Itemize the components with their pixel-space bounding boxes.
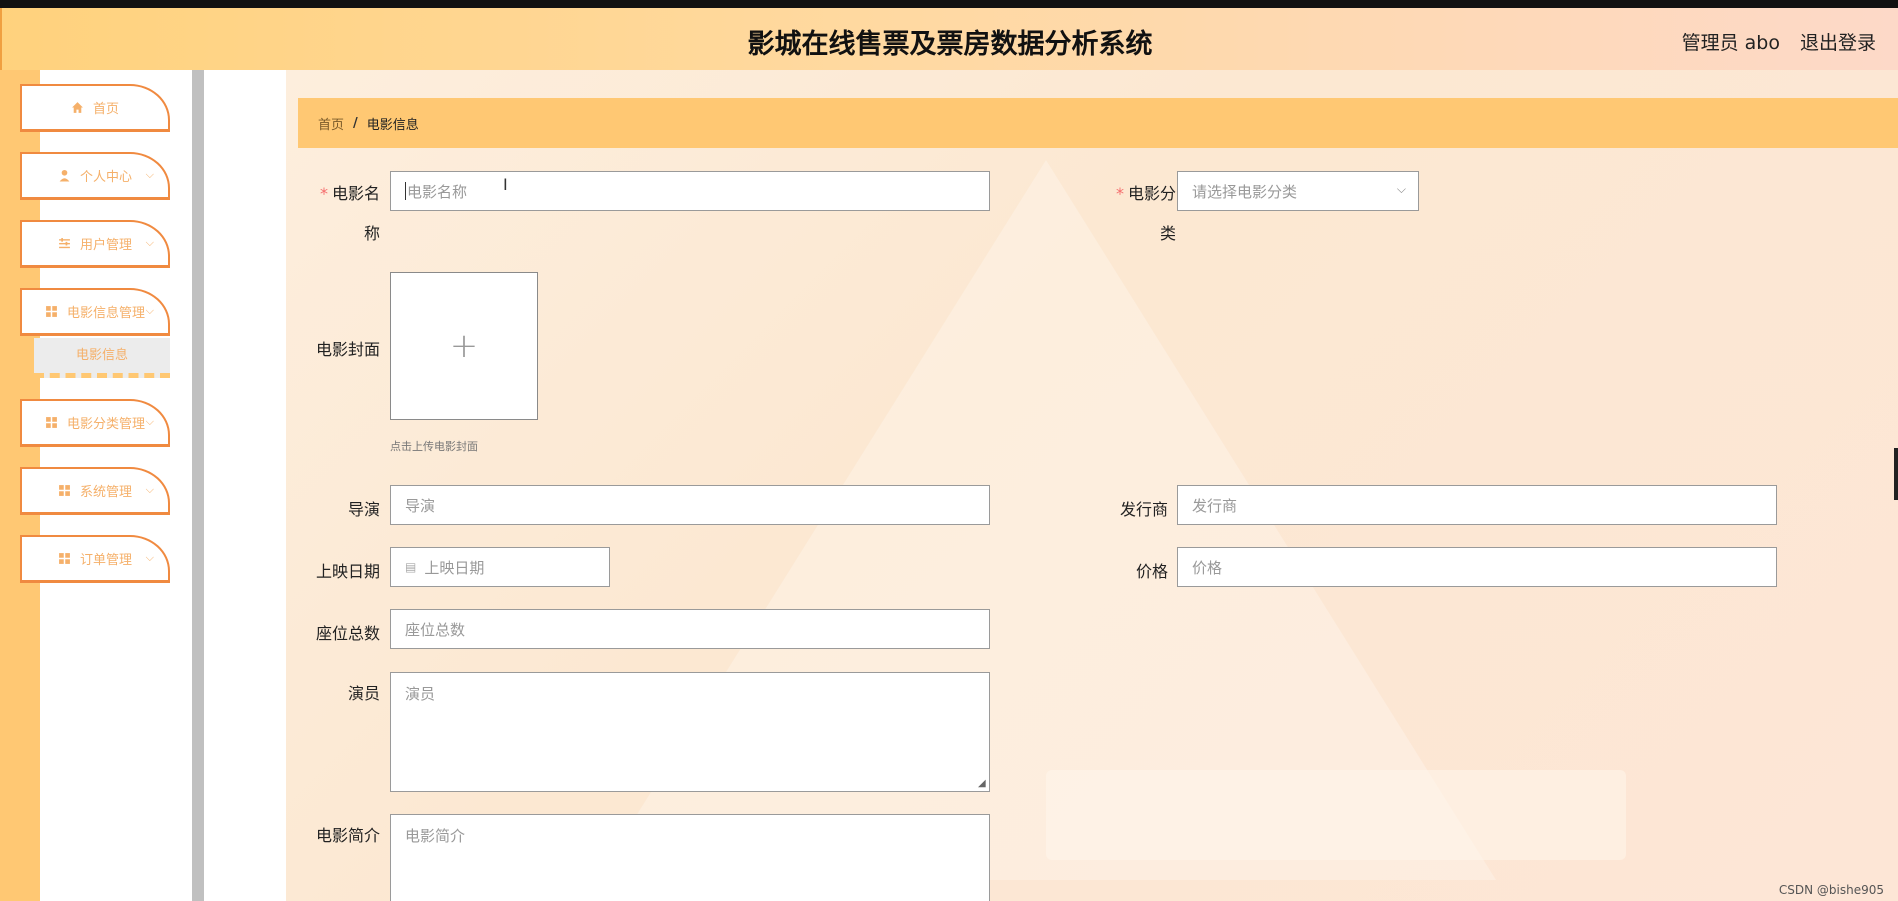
director-input[interactable]: 导演 bbox=[390, 485, 990, 525]
release-date-picker[interactable]: ▤ 上映日期 bbox=[390, 547, 610, 587]
sidebar-item-system[interactable]: 系统管理 ⌵ bbox=[20, 467, 170, 515]
sidebar-item-home[interactable]: 首页 bbox=[20, 84, 170, 132]
sidebar-item-personal[interactable]: 个人中心 ⌵ bbox=[20, 152, 170, 200]
chevron-down-icon: ⌵ bbox=[145, 551, 154, 564]
sidebar-item-label: 电影信息管理 bbox=[66, 306, 145, 321]
chevron-down-icon: ⌵ bbox=[1396, 182, 1406, 196]
director-label: 导演 bbox=[347, 500, 380, 519]
breadcrumb-home[interactable]: 首页 bbox=[318, 114, 344, 133]
sidebar-item-label: 系统管理 bbox=[79, 485, 132, 500]
chevron-down-icon: ⌵ bbox=[145, 483, 154, 496]
breadcrumb-separator: / bbox=[353, 115, 358, 131]
actors-label: 演员 bbox=[347, 684, 380, 703]
required-mark: * bbox=[319, 184, 328, 203]
current-user: 管理员 abo bbox=[1681, 32, 1780, 54]
sidebar-item-label: 首页 bbox=[92, 102, 119, 117]
breadcrumb: 首页 / 电影信息 bbox=[298, 98, 1898, 148]
movie-category-label: * 电影分 bbox=[1115, 184, 1176, 203]
submenu-movie-info[interactable]: 电影信息 bbox=[34, 338, 170, 378]
grid-icon bbox=[58, 484, 72, 498]
seats-label: 座位总数 bbox=[315, 624, 380, 643]
release-date-label: 上映日期 bbox=[315, 562, 380, 581]
sidebar-item-movie-category[interactable]: 电影分类管理 ⌵ bbox=[20, 399, 170, 447]
header: 影城在线售票及票房数据分析系统 管理员 abo 退出登录 bbox=[0, 8, 1898, 70]
movie-category-label-wrap: 类 bbox=[1159, 224, 1176, 243]
required-mark: * bbox=[1115, 184, 1124, 203]
content-pad bbox=[204, 70, 286, 901]
publisher-label: 发行商 bbox=[1119, 500, 1168, 519]
page-scroll-thumb[interactable] bbox=[1894, 448, 1898, 500]
sidebar-item-orders[interactable]: 订单管理 ⌵ bbox=[20, 535, 170, 583]
calendar-icon: ▤ bbox=[405, 560, 417, 574]
home-icon bbox=[71, 101, 85, 115]
text-caret bbox=[405, 182, 406, 200]
sidebar-scrollbar[interactable] bbox=[192, 70, 204, 901]
sidebar-item-label: 用户管理 bbox=[79, 238, 132, 253]
movie-category-select[interactable]: 请选择电影分类 ⌵ bbox=[1177, 171, 1419, 211]
main-content: 首页 / 电影信息 * 电影名 称 电影名称 I * 电影分 类 请选择电影分类 ⌵… bbox=[286, 70, 1898, 901]
text-cursor-icon: I bbox=[503, 175, 508, 194]
cover-upload-hint: 点击上传电影封面 bbox=[390, 440, 478, 453]
plus-icon: + bbox=[449, 326, 479, 366]
resize-handle-icon[interactable]: ◢ bbox=[978, 778, 986, 789]
sidebar-item-label: 订单管理 bbox=[79, 553, 132, 568]
chevron-down-icon: ⌵ bbox=[145, 236, 154, 249]
grid-icon bbox=[45, 416, 59, 430]
sidebar-item-label: 个人中心 bbox=[79, 170, 132, 185]
person-icon bbox=[58, 169, 72, 183]
grid-icon bbox=[45, 305, 59, 319]
movie-name-label: * 电影名 bbox=[319, 184, 380, 203]
intro-label: 电影简介 bbox=[315, 826, 380, 845]
chevron-down-icon: ⌵ bbox=[145, 415, 154, 428]
sidebar-item-users[interactable]: 用户管理 ⌵ bbox=[20, 220, 170, 268]
actors-textarea[interactable]: 演员 bbox=[390, 672, 990, 792]
cover-upload-button[interactable]: + bbox=[390, 272, 538, 420]
movie-name-label-wrap: 称 bbox=[363, 224, 380, 243]
seats-input[interactable]: 座位总数 bbox=[390, 609, 990, 649]
breadcrumb-current: 电影信息 bbox=[366, 117, 419, 133]
price-input[interactable]: 价格 bbox=[1177, 547, 1777, 587]
intro-textarea[interactable]: 电影简介 bbox=[390, 814, 990, 901]
sidebar-item-label: 电影分类管理 bbox=[66, 417, 145, 432]
logout-button[interactable]: 退出登录 bbox=[1800, 28, 1876, 55]
chevron-down-icon: ⌵ bbox=[145, 168, 154, 181]
background-platform bbox=[1046, 770, 1626, 860]
grid-icon bbox=[58, 552, 72, 566]
publisher-input[interactable]: 发行商 bbox=[1177, 485, 1777, 525]
movie-name-input[interactable]: 电影名称 bbox=[390, 171, 990, 211]
chevron-down-icon: ⌵ bbox=[145, 304, 154, 317]
top-border bbox=[0, 0, 1898, 8]
price-label: 价格 bbox=[1135, 562, 1168, 581]
app-title: 影城在线售票及票房数据分析系统 bbox=[747, 29, 1153, 60]
sidebar-item-movie-info[interactable]: 电影信息管理 ⌵ bbox=[20, 288, 170, 336]
movie-cover-label: 电影封面 bbox=[315, 340, 380, 359]
sliders-icon bbox=[58, 237, 72, 251]
watermark: CSDN @bishe905 bbox=[1778, 883, 1884, 897]
